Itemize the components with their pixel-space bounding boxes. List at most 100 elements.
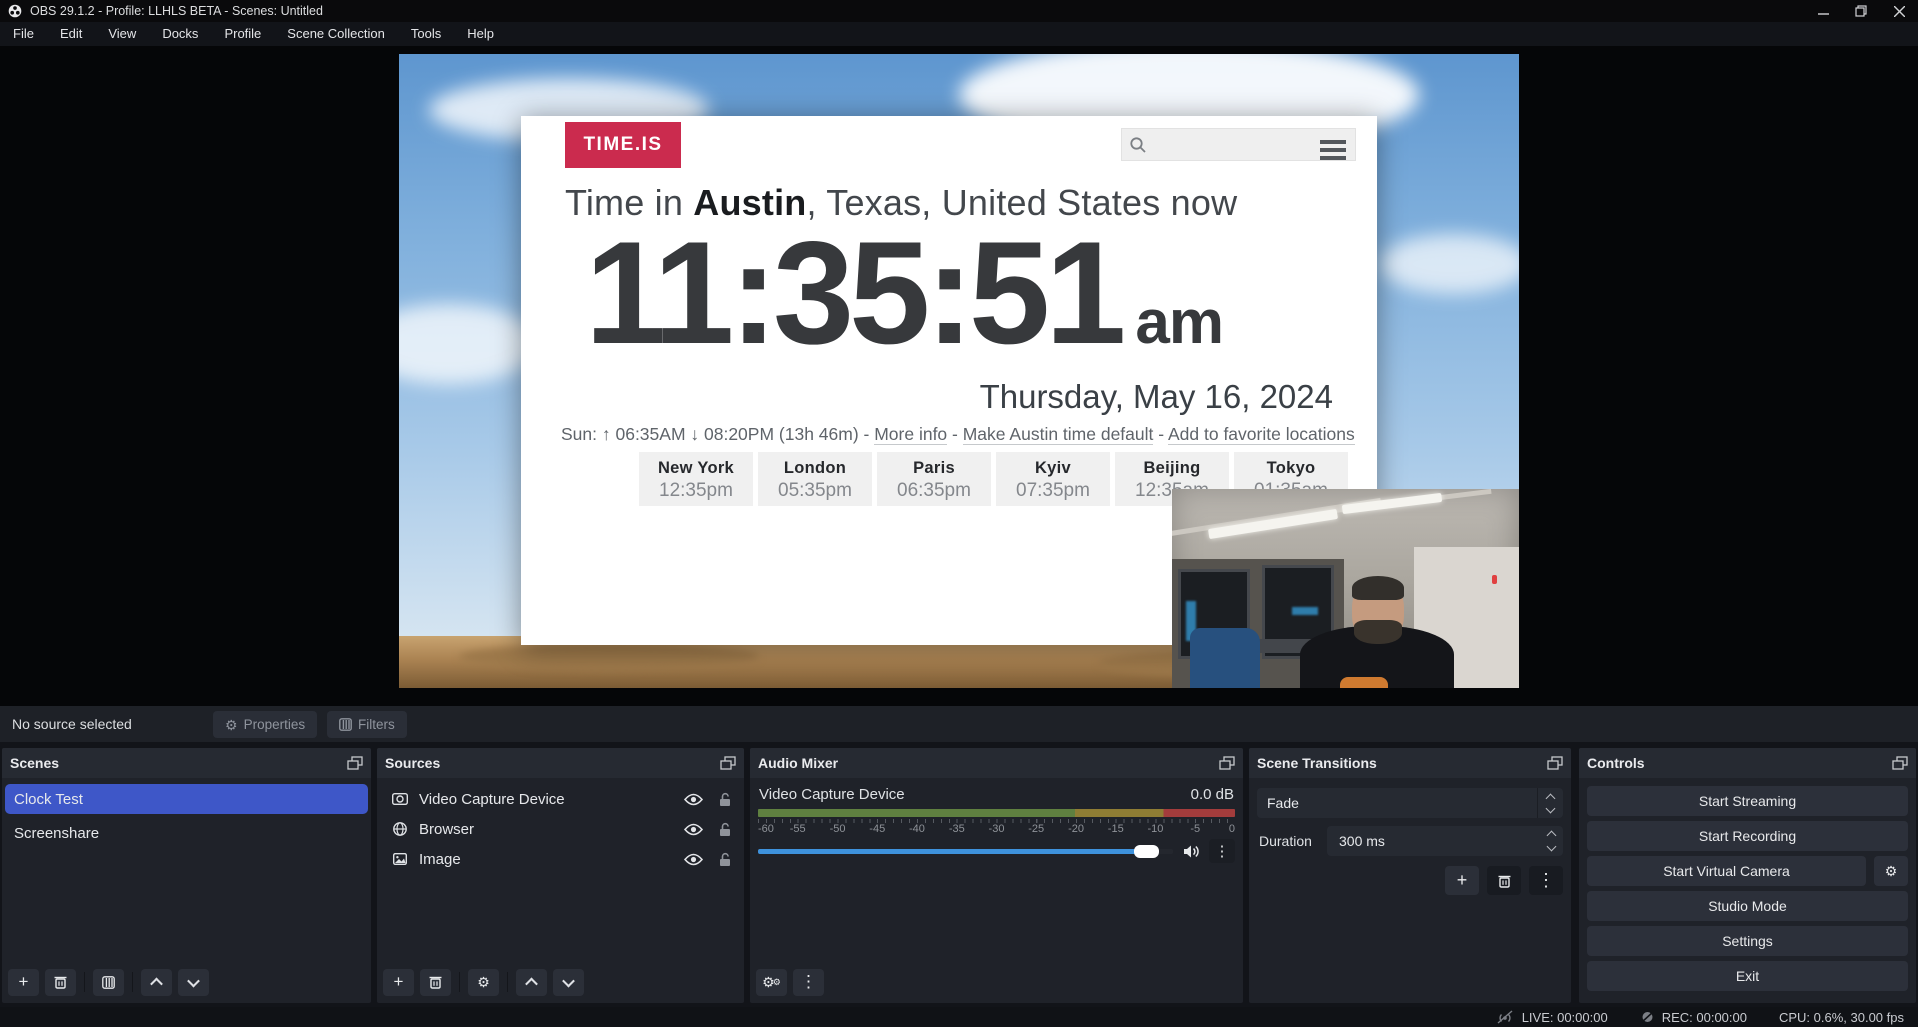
transition-selected-value: Fade	[1257, 795, 1537, 811]
scene-transitions-panel: Scene Transitions Fade Duration 300 ms +…	[1249, 748, 1571, 1003]
menu-file[interactable]: File	[0, 22, 47, 46]
visibility-eye-icon[interactable]	[684, 793, 703, 806]
lock-icon[interactable]	[719, 792, 731, 807]
lock-icon[interactable]	[719, 852, 731, 867]
minimize-button[interactable]	[1804, 0, 1842, 22]
meter-scale-labels: -60 -55 -50 -45 -40 -35 -30 -25 -20 -15 …	[758, 823, 1235, 836]
filters-button[interactable]: Filters	[327, 711, 407, 738]
audio-mixer-header: Audio Mixer	[750, 748, 1243, 778]
visibility-eye-icon[interactable]	[684, 823, 703, 836]
city-kyiv[interactable]: Kyiv07:35pm	[996, 452, 1110, 506]
person-beard	[1354, 620, 1402, 644]
menu-edit[interactable]: Edit	[47, 22, 95, 46]
gear-icon: ⚙	[477, 975, 490, 989]
properties-button[interactable]: ⚙ Properties	[213, 711, 317, 738]
menu-view[interactable]: View	[95, 22, 149, 46]
time-meridiem: am	[1135, 287, 1223, 358]
duration-value: 300 ms	[1327, 833, 1539, 849]
volume-slider-handle[interactable]	[1134, 845, 1159, 858]
office-chair	[1190, 628, 1260, 688]
move-scene-down-button[interactable]	[178, 969, 209, 996]
mixer-channel-menu-button[interactable]: ⋮	[1209, 839, 1235, 863]
popout-icon[interactable]	[347, 756, 363, 770]
stream-signal-icon	[1495, 1010, 1515, 1024]
add-source-button[interactable]: +	[383, 969, 414, 996]
studio-mode-button[interactable]: Studio Mode	[1587, 891, 1908, 921]
duration-spinbox[interactable]: 300 ms	[1327, 826, 1563, 856]
source-properties-button[interactable]: ⚙	[468, 969, 499, 996]
move-scene-up-button[interactable]	[141, 969, 172, 996]
menu-help[interactable]: Help	[454, 22, 507, 46]
add-transition-button[interactable]: +	[1445, 866, 1479, 895]
speaker-icon[interactable]	[1183, 844, 1201, 859]
settings-button[interactable]: Settings	[1587, 926, 1908, 956]
filters-icon	[102, 976, 115, 989]
lock-icon[interactable]	[719, 822, 731, 837]
chevron-down-icon	[1546, 803, 1556, 813]
current-date: Thursday, May 16, 2024	[980, 378, 1333, 416]
city-newyork[interactable]: New York12:35pm	[639, 452, 753, 506]
restore-button[interactable]	[1842, 0, 1880, 22]
start-virtual-camera-button[interactable]: Start Virtual Camera	[1587, 856, 1866, 886]
chevron-up-icon	[1546, 793, 1556, 803]
mixer-channel-name: Video Capture Device	[759, 786, 905, 803]
exit-button[interactable]: Exit	[1587, 961, 1908, 991]
popout-icon[interactable]	[1219, 756, 1235, 770]
menu-docks[interactable]: Docks	[149, 22, 211, 46]
close-button[interactable]	[1880, 0, 1918, 22]
cloud	[1379, 234, 1519, 294]
remove-source-button[interactable]	[420, 969, 451, 996]
sources-toolbar: + ⚙	[383, 966, 738, 998]
scene-item-clock-test[interactable]: Clock Test	[5, 784, 368, 814]
more-info-link[interactable]: More info	[874, 424, 947, 445]
person-face	[1352, 579, 1404, 643]
volume-meter	[758, 809, 1235, 817]
city-london[interactable]: London05:35pm	[758, 452, 872, 506]
scene-transitions-title: Scene Transitions	[1257, 755, 1377, 771]
add-favorite-link[interactable]: Add to favorite locations	[1168, 424, 1355, 445]
combo-chevrons[interactable]	[1537, 788, 1563, 818]
scenes-title: Scenes	[10, 755, 59, 771]
scene-filters-button[interactable]	[93, 969, 124, 996]
advanced-audio-button[interactable]: ⚙⚙	[756, 969, 787, 996]
menu-scene-collection[interactable]: Scene Collection	[274, 22, 398, 46]
remove-scene-button[interactable]	[45, 969, 76, 996]
spin-down-icon[interactable]	[1546, 842, 1556, 852]
scene-item-screenshare[interactable]: Screenshare	[5, 818, 368, 848]
popout-icon[interactable]	[1892, 756, 1908, 770]
chevron-down-icon	[562, 974, 575, 987]
start-recording-button[interactable]: Start Recording	[1587, 821, 1908, 851]
trash-icon	[54, 975, 67, 989]
menu-profile[interactable]: Profile	[211, 22, 274, 46]
volume-slider[interactable]	[758, 849, 1173, 854]
cloud	[399, 304, 539, 384]
city-paris[interactable]: Paris06:35pm	[877, 452, 991, 506]
virtual-camera-settings-button[interactable]: ⚙	[1874, 856, 1908, 886]
globe-icon	[389, 822, 411, 836]
start-streaming-button[interactable]: Start Streaming	[1587, 786, 1908, 816]
move-source-down-button[interactable]	[553, 969, 584, 996]
filters-icon	[339, 718, 352, 731]
add-scene-button[interactable]: +	[8, 969, 39, 996]
move-source-up-button[interactable]	[516, 969, 547, 996]
image-icon	[389, 853, 411, 865]
sun-info-line: Sun: ↑ 06:35AM ↓ 08:20PM (13h 46m) - Mor…	[561, 424, 1355, 445]
popout-icon[interactable]	[1547, 756, 1563, 770]
make-default-link[interactable]: Make Austin time default	[963, 424, 1154, 445]
spin-up-icon[interactable]	[1546, 831, 1556, 841]
record-dot-icon	[1640, 1010, 1655, 1024]
visibility-eye-icon[interactable]	[684, 853, 703, 866]
transition-select[interactable]: Fade	[1257, 788, 1563, 818]
source-item-video-capture[interactable]: Video Capture Device	[380, 784, 741, 814]
preview-canvas[interactable]: TIME.IS Time in Austin, Texas, United St…	[0, 46, 1918, 706]
timeis-logo[interactable]: TIME.IS	[565, 122, 681, 168]
transition-properties-button[interactable]: ⋮	[1529, 866, 1563, 895]
mixer-menu-button[interactable]: ⋮	[793, 969, 824, 996]
source-item-browser[interactable]: Browser	[380, 814, 741, 844]
menu-tools[interactable]: Tools	[398, 22, 454, 46]
remove-transition-button[interactable]	[1487, 866, 1521, 895]
popout-icon[interactable]	[720, 756, 736, 770]
hamburger-menu-icon[interactable]	[1320, 140, 1346, 160]
source-item-image[interactable]: Image	[380, 844, 741, 874]
cpu-fps-stats: CPU: 0.6%, 30.00 fps	[1779, 1010, 1904, 1025]
